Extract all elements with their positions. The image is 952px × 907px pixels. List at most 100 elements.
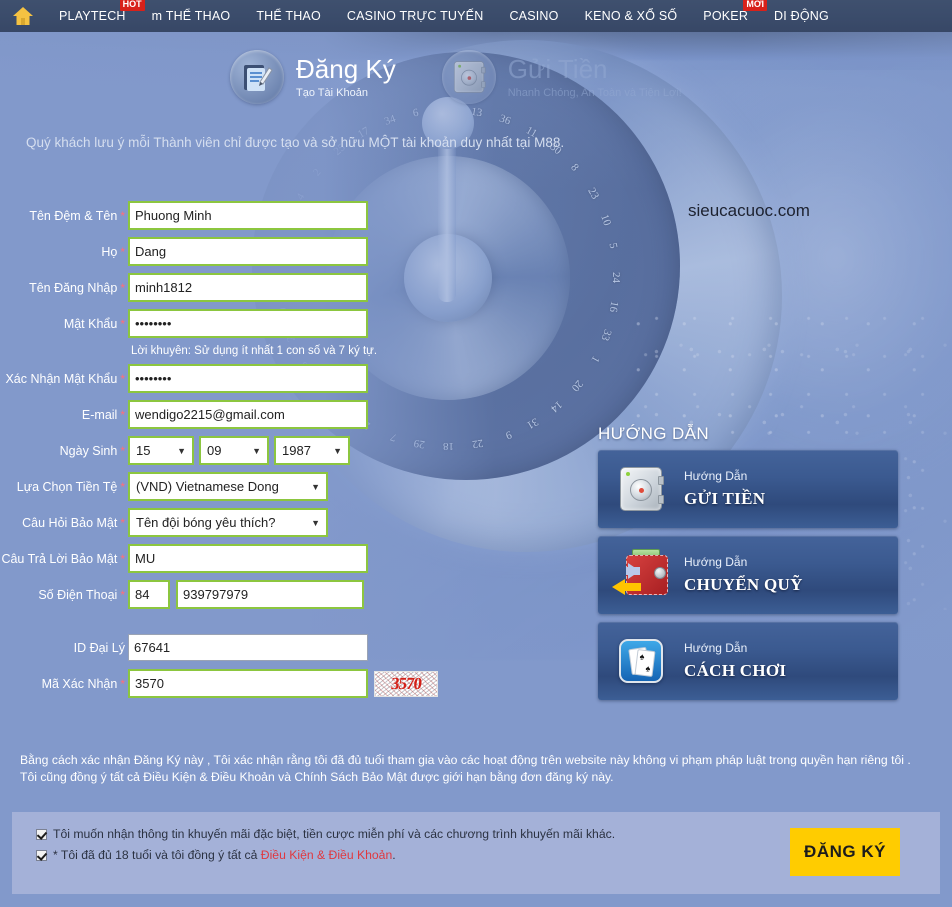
label-agent-id: ID Đại Lý [73,640,125,655]
nav-item-di-ng[interactable]: DI ĐỘNG [761,0,842,32]
captcha-input[interactable] [128,669,368,698]
consent-checkbox-group: Tôi muốn nhận thông tin khuyến mãi đặc b… [36,826,615,868]
phone-number-input[interactable] [176,580,364,609]
birthday-month-value: 09 [207,443,222,458]
password-hint-text: Lời khuyên: Sử dụng ít nhất 1 con số và … [131,345,378,357]
security-question-value: Tên đội bóng yêu thích? [136,515,276,530]
nav-item-label: POKER [703,9,749,23]
agent-id-input[interactable] [128,634,368,661]
nav-item-label: CASINO [509,9,559,23]
label-email: E-mail * [81,407,125,422]
account-notice-text: Quý khách lưu ý mỗi Thành viên chỉ được … [26,135,565,150]
email-input[interactable] [128,400,368,429]
nav-item-th-thao[interactable]: THỂ THAO [243,0,334,32]
captcha-image[interactable]: 3570 [374,670,438,697]
guide-card-deposit[interactable]: Hướng Dẫn GỬI TIỀN [598,450,898,528]
field-row-security-question: Câu Hỏi Bảo Mật * Tên đội bóng yêu thích?… [0,507,600,538]
security-question-select[interactable]: Tên đội bóng yêu thích? ▼ [128,508,328,537]
required-star: * [120,280,125,295]
safe-body [620,467,664,511]
safe-dial-icon [630,479,652,501]
currency-select[interactable]: (VND) Vietnamese Dong ▼ [128,472,328,501]
nav-item-label: CASINO TRỰC TUYẾN [346,9,484,23]
safe-body [453,61,486,93]
wallet-clasp-icon [654,567,666,579]
label-last-name: Họ * [101,244,125,259]
field-row-captcha: Mã Xác Nhận * 3570 [0,668,600,699]
required-star: * [120,316,125,331]
field-row-username: Tên Đăng Nhập * [0,272,600,303]
field-row-currency: Lựa Chọn Tiền Tệ * (VND) Vietnamese Dong … [0,471,600,502]
safe-dial-icon [460,69,477,86]
label-phone: Số Điện Thoại * [38,587,125,602]
last-name-input[interactable] [128,237,368,266]
birthday-year-select[interactable]: 1987 ▼ [274,436,350,465]
tab-register[interactable]: Đăng Ký Tạo Tài Khoản [230,44,396,110]
birthday-day-select[interactable]: 15 ▼ [128,436,194,465]
nav-item-m-th-thao[interactable]: m THỂ THAO [139,0,244,32]
label-captcha: Mã Xác Nhận * [41,676,125,691]
nav-item-casino-tr-c-tuy-n[interactable]: CASINO TRỰC TUYẾN [334,0,497,32]
label-first-name: Tên Đệm & Tên * [29,208,125,223]
nav-item-playtech[interactable]: PLAYTECH HOT [46,0,145,32]
nav-item-keno-x-s[interactable]: KENO & XỔ SỐ [572,0,691,32]
security-answer-input[interactable] [128,544,368,573]
field-row-email: E-mail * [0,399,600,430]
field-row-agent-id: ID Đại Lý [0,632,600,663]
safe-hinge-bottom [480,81,486,88]
nav-item-poker[interactable]: POKER MỚI [690,0,768,32]
arrow-left-icon [612,579,641,595]
consent-row-age: * Tôi đã đủ 18 tuổi và tôi đồng ý tất cả… [36,847,615,864]
registration-form: Tên Đệm & Tên* Họ* Tên Đăng Nhập* Mật Kh… [0,200,600,704]
field-row-password: Mật Khẩu * [0,308,600,339]
main-navigation-bar: PLAYTECH HOT m THỂ THAO THỂ THAO CASINO TRỰC… [0,0,952,32]
arrow-right-icon [626,563,640,579]
field-row-last-name: Họ * [0,236,600,267]
chevron-down-icon: ▼ [252,445,261,456]
required-star: * [120,244,125,259]
terms-disclaimer: Bằng cách xác nhận Đăng Ký này , Tôi xác… [20,752,936,786]
guide-card-howtoplay-main: CÁCH CHƠI [684,660,787,680]
chevron-down-icon: ▼ [311,481,320,492]
birthday-month-select[interactable]: 09 ▼ [199,436,269,465]
field-row-first-name: Tên Đệm & Tên * [0,200,600,231]
label-username: Tên Đăng Nhập * [29,280,125,295]
birthday-year-value: 1987 [282,443,311,458]
terms-line-1: Bằng cách xác nhận Đăng Ký này , Tôi xác… [20,753,911,767]
nav-item-label: KENO & XỔ SỐ [584,9,678,23]
site-watermark: sieucacuoc.com [688,201,810,220]
nav-item-label: DI ĐỘNG [774,9,829,23]
tab-register-subtitle: Tạo Tài Khoản [296,87,368,99]
register-submit-button[interactable]: ĐĂNG KÝ [790,828,900,876]
label-currency: Lựa Chọn Tiền Tệ * [16,479,125,494]
age-checkbox[interactable] [36,850,47,861]
confirm-password-input[interactable] [128,364,368,393]
guide-card-transfer-main: CHUYỂN QUỸ [684,574,803,594]
home-icon[interactable] [0,0,46,32]
terms-and-conditions-link[interactable]: Điều Kiện & Điều Khoản [261,848,392,862]
required-star: * [120,407,125,422]
guide-card-howtoplay[interactable]: ♠ ♠ Hướng Dẫn CÁCH CHƠI [598,622,898,700]
guide-panel-title: HƯỚNG DẪN [598,424,710,443]
password-input[interactable] [128,309,368,338]
safe-deposit-icon [441,50,496,104]
phone-country-code-input[interactable] [128,580,170,609]
label-password: Mật Khẩu * [63,316,125,331]
captcha-image-text: 3570 [390,673,423,693]
field-row-phone: Số Điện Thoại * [0,579,600,610]
safe-hinge-top [658,476,664,485]
required-star: * [120,515,125,530]
first-name-input[interactable] [128,201,368,230]
terms-line-2: Tôi cũng đồng ý tất cả Điều Kiện & Điều … [20,770,614,784]
playing-card-front: ♠ ♠ [634,649,656,677]
card-pip-top: ♠ [639,651,646,662]
tab-deposit[interactable]: Gửi Tiền Nhanh Chóng, An Toàn và Tiện Lợ… [441,44,682,110]
label-confirm-password: Xác Nhận Mật Khẩu * [5,371,125,386]
promo-checkbox[interactable] [36,829,47,840]
nav-item-casino[interactable]: CASINO [496,0,571,32]
label-security-question: Câu Hỏi Bảo Mật * [22,515,125,530]
guide-card-transfer[interactable]: Hướng Dẫn CHUYỂN QUỸ [598,536,898,614]
required-star: * [120,587,125,602]
safe-led-icon [457,64,461,68]
username-input[interactable] [128,273,368,302]
